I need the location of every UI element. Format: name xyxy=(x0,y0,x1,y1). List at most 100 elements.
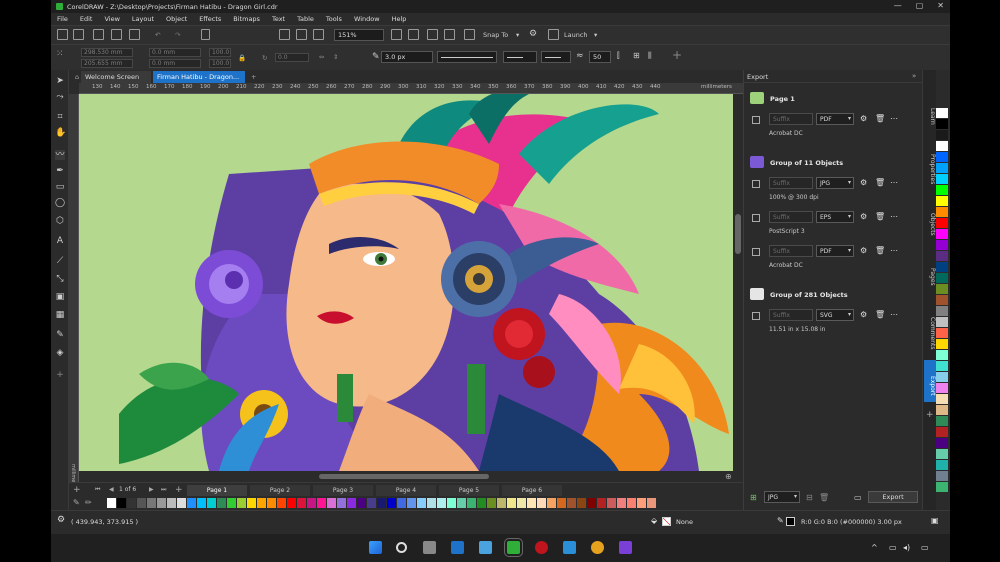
export-more-icon[interactable]: ⋯ xyxy=(890,212,898,222)
rectangle-tool-icon[interactable]: ▭ xyxy=(55,182,65,192)
color-swatch[interactable] xyxy=(936,471,948,482)
horizontal-scroll-thumb[interactable] xyxy=(319,474,489,479)
color-swatch[interactable] xyxy=(387,498,397,508)
palette-options-icon[interactable]: ✏ xyxy=(85,498,92,507)
menu-effects[interactable]: Effects xyxy=(193,15,227,23)
color-swatch[interactable] xyxy=(627,498,637,508)
color-swatch[interactable] xyxy=(277,498,287,508)
color-swatch[interactable] xyxy=(936,394,948,405)
scale-height-field[interactable]: 100.0 xyxy=(209,59,231,68)
export-delete-trash-icon[interactable]: 🗑 xyxy=(875,212,885,222)
parallel-dimension-icon[interactable]: ⟋ xyxy=(55,256,65,266)
export-settings-gear-icon[interactable]: ⚙ xyxy=(860,178,867,188)
color-swatch[interactable] xyxy=(247,498,257,508)
menu-window[interactable]: Window xyxy=(348,15,386,23)
vertical-scrollbar[interactable] xyxy=(733,94,743,472)
color-swatch[interactable] xyxy=(936,262,948,273)
export-checkbox[interactable] xyxy=(752,214,760,222)
pick-tool-icon[interactable]: ➤ xyxy=(55,76,65,86)
color-swatch[interactable] xyxy=(127,498,137,508)
export-folder-icon[interactable]: ▭ xyxy=(854,493,862,502)
save-icon[interactable] xyxy=(93,29,104,40)
color-swatch[interactable] xyxy=(157,498,167,508)
zoom-corner-icon[interactable]: ⊕ xyxy=(725,472,732,481)
color-swatch[interactable] xyxy=(936,130,948,141)
color-swatch[interactable] xyxy=(607,498,617,508)
export-delete-trash-icon[interactable]: 🗑 xyxy=(875,114,885,124)
color-swatch[interactable] xyxy=(187,498,197,508)
export-button[interactable]: Export xyxy=(868,491,918,503)
maximize-button[interactable]: ▢ xyxy=(916,1,924,10)
mirror-vertical-icon[interactable]: ⇕ xyxy=(333,53,338,61)
color-swatch[interactable] xyxy=(297,498,307,508)
outline-width-select[interactable]: 3.0 px xyxy=(381,51,433,63)
export-format-select[interactable]: SVG xyxy=(816,309,854,321)
snap-to-dropdown[interactable]: Snap To xyxy=(483,31,508,39)
drop-shadow-icon[interactable]: ▣ xyxy=(55,292,65,302)
pan-tool-icon[interactable]: ✋ xyxy=(55,128,66,138)
launch-dropdown[interactable]: Launch xyxy=(564,31,588,39)
scale-width-field[interactable]: 100.0 xyxy=(209,48,231,57)
color-swatch[interactable] xyxy=(936,284,948,295)
color-swatch[interactable] xyxy=(397,498,407,508)
color-swatch[interactable] xyxy=(936,339,948,350)
interactive-fill-icon[interactable]: ◈ xyxy=(55,348,65,358)
color-swatch[interactable] xyxy=(647,498,657,508)
menu-help[interactable]: Help xyxy=(386,15,413,23)
align-icon[interactable]: ⫼ xyxy=(648,51,652,61)
mirror-horizontal-icon[interactable]: ⇔ xyxy=(319,53,324,61)
color-swatch[interactable] xyxy=(617,498,627,508)
snap-dropdown-chevron-icon[interactable]: ▾ xyxy=(516,31,519,39)
add-tool-icon[interactable]: + xyxy=(55,370,65,380)
color-swatch[interactable] xyxy=(117,498,127,508)
ellipse-tool-icon[interactable]: ◯ xyxy=(55,198,65,208)
color-swatch[interactable] xyxy=(357,498,367,508)
page-tab-5[interactable]: Page 5 xyxy=(439,485,499,496)
menu-tools[interactable]: Tools xyxy=(320,15,348,23)
color-swatch[interactable] xyxy=(936,438,948,449)
color-swatch[interactable] xyxy=(936,416,948,427)
publish-pdf-icon[interactable] xyxy=(313,29,324,40)
drawing-canvas[interactable] xyxy=(79,94,733,471)
add-page-after-icon[interactable]: + xyxy=(175,485,183,495)
color-swatch[interactable] xyxy=(377,498,387,508)
color-swatch[interactable] xyxy=(936,405,948,416)
crop-tool-icon[interactable]: ⌗ xyxy=(55,112,65,122)
color-swatch[interactable] xyxy=(936,251,948,262)
corel-photo-paint-icon[interactable] xyxy=(535,541,548,554)
page-tab-2[interactable]: Page 2 xyxy=(250,485,310,496)
prev-page-icon[interactable]: ◀ xyxy=(109,486,114,493)
color-swatch[interactable] xyxy=(936,328,948,339)
color-swatch[interactable] xyxy=(936,174,948,185)
artistic-media-icon[interactable]: ✒ xyxy=(55,166,65,176)
tab-welcome-screen[interactable]: Welcome Screen xyxy=(81,71,151,83)
color-proof-icon[interactable]: ▣ xyxy=(931,516,939,525)
side-tab-properties[interactable]: Properties xyxy=(924,134,936,194)
arrange-icon[interactable]: ⫿ xyxy=(617,51,620,61)
redo-icon[interactable]: ↷ xyxy=(175,31,180,39)
export-delete-trash-icon[interactable]: 🗑 xyxy=(875,178,885,188)
height-field[interactable]: 0.0 mm xyxy=(149,59,201,68)
color-swatch[interactable] xyxy=(936,372,948,383)
export-more-icon[interactable]: ⋯ xyxy=(890,310,898,320)
object-origin-icon[interactable]: ⁙ xyxy=(56,49,64,59)
menu-text[interactable]: Text xyxy=(266,15,291,23)
freehand-tool-icon[interactable]: 〰 xyxy=(55,150,65,160)
color-swatch[interactable] xyxy=(936,317,948,328)
width-field[interactable]: 0.0 mm xyxy=(149,48,201,57)
volume-icon[interactable]: ◂) xyxy=(903,543,910,552)
export-options-icon[interactable]: ⊟ xyxy=(806,493,813,502)
corel-capture-icon[interactable] xyxy=(591,541,604,554)
transparency-icon[interactable]: ▦ xyxy=(55,310,65,320)
export-delete-trash-icon[interactable]: 🗑 xyxy=(875,246,885,256)
export-settings-gear-icon[interactable]: ⚙ xyxy=(860,114,867,124)
eyedropper-palette-icon[interactable]: ✎ xyxy=(73,498,80,507)
last-page-icon[interactable]: ⏭ xyxy=(161,486,166,494)
corel-vector-icon[interactable] xyxy=(619,541,632,554)
color-swatch[interactable] xyxy=(936,273,948,284)
zoom-level-select[interactable]: 151% xyxy=(334,29,384,41)
shape-tool-icon[interactable]: ⤳ xyxy=(55,92,65,102)
home-icon[interactable]: ⌂ xyxy=(71,71,81,83)
zoom-page-icon[interactable] xyxy=(391,29,402,40)
minimize-button[interactable]: — xyxy=(894,1,902,10)
